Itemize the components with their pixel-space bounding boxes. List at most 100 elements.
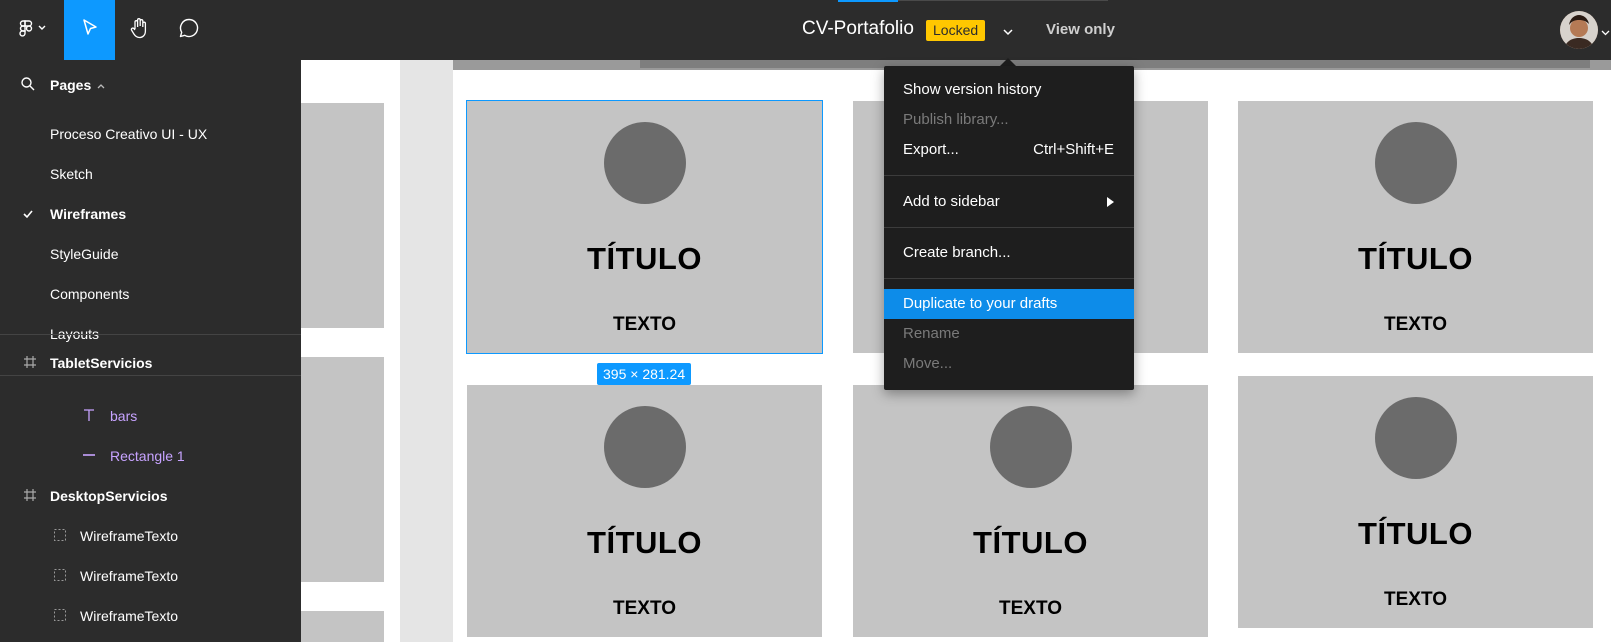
wireframe-card-selected[interactable]: TÍTULO TEXTO	[466, 100, 823, 354]
card-text: TEXTO	[999, 598, 1062, 619]
wireframe-card[interactable]: TÍTULO TEXTO	[467, 385, 822, 637]
view-only-label: View only	[1046, 21, 1115, 38]
text-layer-icon	[82, 408, 96, 425]
layer-tabletservicios[interactable]: TabletServicios	[0, 343, 301, 383]
wireframe-card[interactable]: TÍTULO TEXTO	[853, 385, 1208, 637]
avatar-chevron-icon[interactable]	[1600, 25, 1611, 36]
menu-item-show-version-history[interactable]: Show version history	[884, 75, 1134, 105]
top-accent-line	[838, 0, 898, 2]
page-item-label: Wireframes	[50, 206, 127, 222]
wireframe-card-partial[interactable]	[301, 103, 384, 328]
chevron-down-icon[interactable]	[998, 21, 1018, 41]
card-text: TEXTO	[613, 314, 676, 335]
card-title: TÍTULO	[1358, 516, 1473, 551]
figma-logo-icon	[15, 18, 49, 43]
comment-tool-button[interactable]	[165, 0, 213, 60]
group-icon	[53, 568, 67, 585]
layer-wireframetexto[interactable]: WireframeTexto	[0, 516, 301, 556]
menu-item-rename: Rename	[884, 319, 1134, 349]
menu-item-move: Move...	[884, 349, 1134, 379]
image-placeholder-circle	[603, 122, 686, 204]
canvas-background[interactable]	[400, 60, 453, 642]
selection-dimensions-badge: 395 × 281.24	[597, 363, 692, 385]
frame-icon	[23, 488, 37, 505]
layer-wireframetexto[interactable]: WireframeTexto	[0, 596, 301, 636]
line-layer-icon	[82, 448, 96, 465]
card-text: TEXTO	[1384, 589, 1447, 610]
card-title: TÍTULO	[587, 241, 702, 276]
card-text: TEXTO	[613, 598, 676, 619]
menu-item-label: Rename	[903, 325, 960, 342]
card-title: TÍTULO	[973, 525, 1088, 560]
panel-divider	[0, 334, 301, 335]
menu-item-label: Show version history	[903, 81, 1042, 98]
main-menu-button[interactable]	[0, 0, 64, 60]
menu-separator	[884, 278, 1134, 279]
avatar[interactable]	[1560, 11, 1598, 49]
menu-separator	[884, 175, 1134, 176]
menu-item-duplicate-to-drafts[interactable]: Duplicate to your drafts	[884, 289, 1134, 319]
image-placeholder-circle	[1374, 122, 1457, 204]
submenu-arrow-icon	[1107, 197, 1114, 207]
page-item-proceso-creativo[interactable]: Proceso Creativo UI - UX	[0, 114, 301, 154]
menu-item-label: Export...	[903, 141, 959, 158]
card-title: TÍTULO	[1358, 241, 1473, 276]
layer-label: WireframeTexto	[80, 608, 179, 624]
page-item-wireframes[interactable]: Wireframes	[0, 194, 301, 234]
image-placeholder-circle	[603, 406, 686, 488]
menu-pointer	[1000, 58, 1016, 66]
layer-bars[interactable]: bars	[0, 396, 301, 436]
layer-label: DesktopServicios	[50, 488, 168, 504]
page-item-label: Components	[50, 286, 130, 302]
hand-tool-button[interactable]	[115, 0, 165, 60]
page-item-sketch[interactable]: Sketch	[0, 154, 301, 194]
toolbar: CV-Portafolio Locked View only	[0, 0, 1611, 60]
menu-item-add-to-sidebar[interactable]: Add to sidebar	[884, 187, 1134, 217]
page-item-label: Sketch	[50, 166, 93, 182]
menu-item-export[interactable]: Export... Ctrl+Shift+E	[884, 135, 1134, 165]
move-tool-icon	[80, 18, 100, 43]
layer-label: WireframeTexto	[80, 568, 179, 584]
page-item-styleguide[interactable]: StyleGuide	[0, 234, 301, 274]
chevron-up-icon[interactable]	[96, 79, 106, 95]
layer-wireframetexto[interactable]: WireframeTexto	[0, 556, 301, 596]
shortcut-label: Ctrl+Shift+E	[1033, 141, 1114, 158]
menu-item-label: Add to sidebar	[903, 193, 1000, 210]
comment-icon	[177, 16, 201, 45]
wireframe-card-partial[interactable]	[301, 611, 384, 642]
wireframe-card[interactable]: TÍTULO TEXTO	[1238, 376, 1593, 628]
layer-label: WireframeTexto	[80, 528, 179, 544]
layer-label: TabletServicios	[50, 355, 153, 371]
checkmark-icon	[22, 207, 34, 223]
group-icon	[53, 608, 67, 625]
panel-divider	[0, 375, 301, 376]
pages-header[interactable]: Pages	[0, 60, 301, 100]
menu-item-create-branch[interactable]: Create branch...	[884, 238, 1134, 268]
file-title[interactable]: CV-Portafolio	[802, 18, 914, 40]
menu-item-label: Publish library...	[903, 111, 1009, 128]
move-tool-button[interactable]	[64, 0, 115, 60]
menu-separator	[884, 227, 1134, 228]
wireframe-card[interactable]: TÍTULO TEXTO	[1238, 101, 1593, 353]
image-placeholder-circle	[989, 406, 1072, 488]
card-text: TEXTO	[1384, 314, 1447, 335]
group-icon	[53, 528, 67, 545]
wireframe-card-partial[interactable]	[301, 357, 384, 582]
hand-tool-icon	[128, 16, 152, 45]
layer-rectangle-1[interactable]: Rectangle 1	[0, 436, 301, 476]
page-item-components[interactable]: Components	[0, 274, 301, 314]
page-item-label: StyleGuide	[50, 246, 119, 262]
layer-label: Rectangle 1	[110, 448, 185, 464]
card-title: TÍTULO	[587, 525, 702, 560]
page-item-label: Proceso Creativo UI - UX	[50, 126, 208, 142]
layer-desktopservicios[interactable]: DesktopServicios	[0, 476, 301, 516]
file-dropdown-menu: Show version history Publish library... …	[884, 66, 1134, 390]
menu-item-label: Create branch...	[903, 244, 1011, 261]
locked-badge: Locked	[926, 20, 986, 41]
search-icon[interactable]	[20, 76, 36, 95]
image-placeholder-circle	[1374, 397, 1457, 479]
frame-icon	[23, 355, 37, 372]
menu-item-label: Duplicate to your drafts	[903, 295, 1058, 312]
left-panel: Pages Proceso Creativo UI - UX Sketch Wi…	[0, 60, 301, 642]
layer-label: bars	[110, 408, 138, 424]
